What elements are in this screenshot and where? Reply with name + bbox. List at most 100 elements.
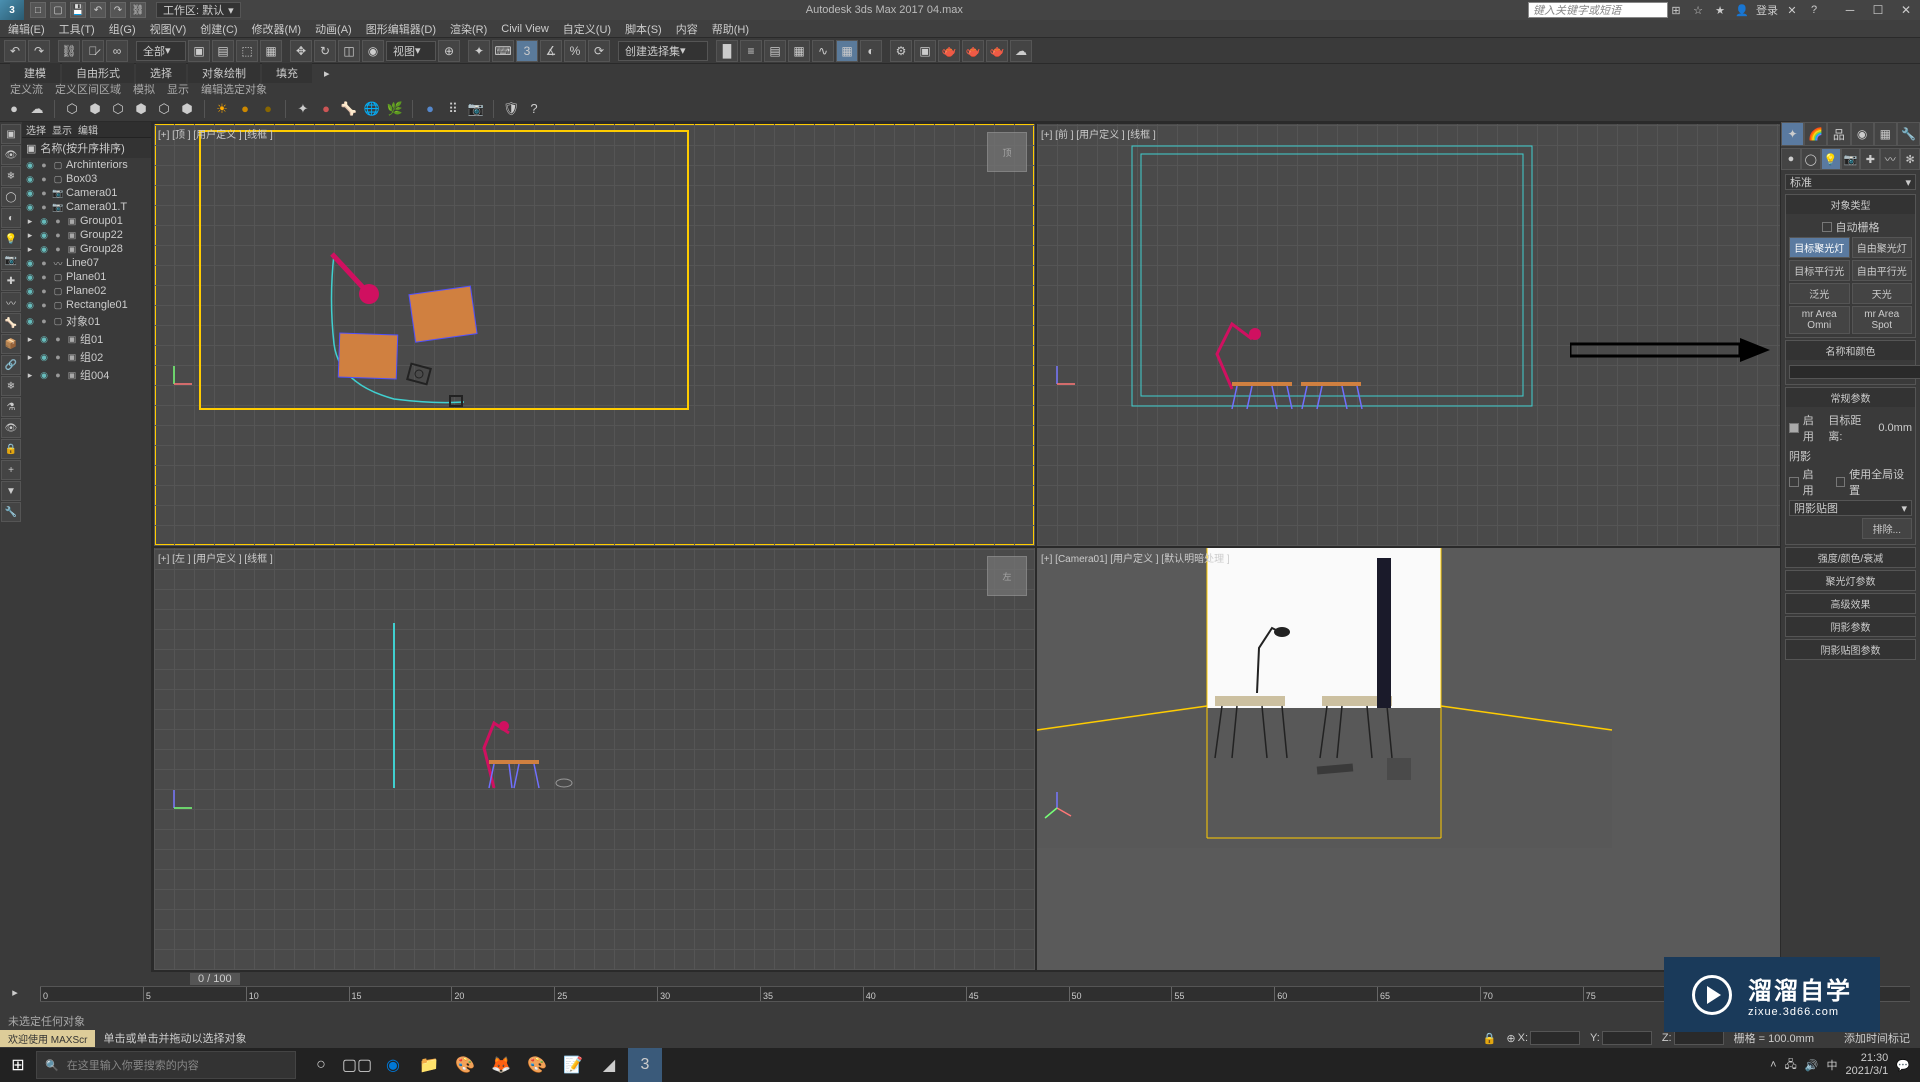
spinner-snap-button[interactable]: ⟳: [588, 40, 610, 62]
use-global-checkbox[interactable]: [1836, 477, 1846, 487]
tray-network-icon[interactable]: 🖧: [1785, 1056, 1797, 1075]
ribbon-sub-3[interactable]: 显示: [167, 81, 189, 97]
scale-button[interactable]: ◫: [338, 40, 360, 62]
z-coord-input[interactable]: [1674, 1031, 1724, 1045]
close-button[interactable]: ✕: [1892, 1, 1920, 19]
ribbon-sub-2[interactable]: 模拟: [133, 81, 155, 97]
scene-item[interactable]: ▸◉●▣组01: [22, 330, 151, 348]
lt-display-icon[interactable]: 👁: [1, 145, 21, 165]
app3-icon[interactable]: ◢: [592, 1048, 626, 1082]
cloud2-icon[interactable]: ☁: [27, 99, 47, 119]
viewport-left[interactable]: [+] [左 ] [用户定义 ] [线框 ] 左: [154, 548, 1035, 970]
env3-icon[interactable]: ⬡: [108, 99, 128, 119]
place-button[interactable]: ◉: [362, 40, 384, 62]
help2-icon[interactable]: ?: [524, 99, 544, 119]
render-setup-button[interactable]: ⚙: [890, 40, 912, 62]
ribbon-tab-objectpaint[interactable]: 对象绘制: [188, 63, 260, 83]
curve-editor-button[interactable]: ∿: [812, 40, 834, 62]
cp-shape-subtab[interactable]: ◯: [1801, 148, 1821, 170]
minimize-button[interactable]: ─: [1836, 1, 1864, 19]
menu-edit[interactable]: 编辑(E): [8, 21, 45, 37]
toggle-ribbon-button[interactable]: ▦: [788, 40, 810, 62]
globe-icon[interactable]: 🌐: [362, 99, 382, 119]
cp-camera-subtab[interactable]: 📷: [1841, 148, 1861, 170]
lt-lock-icon[interactable]: 🔒: [1, 439, 21, 459]
enable-checkbox[interactable]: [1789, 423, 1799, 433]
start-button[interactable]: ⊞: [0, 1048, 36, 1082]
ribbon-toggle-icon[interactable]: ▸: [324, 67, 330, 80]
edge-icon[interactable]: ◉: [376, 1048, 410, 1082]
menu-animation[interactable]: 动画(A): [315, 21, 352, 37]
cp-modify-tab[interactable]: 🌈: [1804, 122, 1827, 146]
unlink-button[interactable]: ⛓̷: [82, 40, 104, 62]
scene-item[interactable]: ◉●〰Line07: [22, 256, 151, 270]
menu-tools[interactable]: 工具(T): [59, 21, 95, 37]
cp-system-subtab[interactable]: ✻: [1900, 148, 1920, 170]
render-cloud-button[interactable]: ☁: [1010, 40, 1032, 62]
light-mr-omni-button[interactable]: mr Area Omni: [1789, 306, 1850, 334]
light-omni-button[interactable]: 泛光: [1789, 283, 1850, 304]
qat-open-icon[interactable]: ▢: [50, 2, 66, 18]
ribbon-tab-modeling[interactable]: 建模: [10, 63, 60, 83]
time-ruler[interactable]: 0 5 10 15 20 25 30 35 40 45 50 55 60 65 …: [40, 986, 1910, 1002]
ribbon-sub-4[interactable]: 编辑选定对象: [201, 81, 267, 97]
ribbon-tab-freeform[interactable]: 自由形式: [62, 63, 134, 83]
particle2-icon[interactable]: ●: [316, 99, 336, 119]
viewport-camera-label[interactable]: [+] [Camera01] [用户定义 ] [默认明暗处理 ]: [1041, 550, 1230, 565]
qat-redo-icon[interactable]: ↷: [110, 2, 126, 18]
material-editor-button[interactable]: ◐: [860, 40, 882, 62]
cp-general-header[interactable]: 常规参数: [1786, 388, 1915, 407]
viewport-top[interactable]: [+] [顶 ] [用户定义 ] [线框 ] 顶: [154, 124, 1035, 546]
cp-rollout-spotlight[interactable]: 聚光灯参数: [1786, 571, 1915, 590]
menu-customize[interactable]: 自定义(U): [563, 21, 611, 37]
light-skylight-button[interactable]: 天光: [1852, 283, 1913, 304]
lt-bone-icon[interactable]: 🦴: [1, 313, 21, 333]
menu-create[interactable]: 创建(C): [200, 21, 237, 37]
se-tab-edit[interactable]: 编辑: [78, 122, 98, 137]
multi-icon[interactable]: ⠿: [443, 99, 463, 119]
star-icon[interactable]: ☆: [1690, 2, 1706, 18]
qat-save-icon[interactable]: 💾: [70, 2, 86, 18]
tray-volume-icon[interactable]: 🔊: [1805, 1059, 1819, 1072]
ribbon-tab-selection[interactable]: 选择: [136, 63, 186, 83]
grass-icon[interactable]: 🌿: [385, 99, 405, 119]
favorite-icon[interactable]: ★: [1712, 2, 1728, 18]
window-crossing-button[interactable]: ▦: [260, 40, 282, 62]
cloud-icon[interactable]: ●: [4, 99, 24, 119]
schematic-view-button[interactable]: ▦: [836, 40, 858, 62]
cp-rollout-advanced[interactable]: 高级效果: [1786, 594, 1915, 613]
lt-frozen-icon[interactable]: ❄: [1, 376, 21, 396]
cortana-icon[interactable]: ○: [304, 1048, 338, 1082]
bind-button[interactable]: ∞: [106, 40, 128, 62]
ribbon-sub-0[interactable]: 定义流: [10, 81, 43, 97]
lock-icon[interactable]: 🔒: [1483, 1032, 1497, 1045]
explorer-icon[interactable]: 📁: [412, 1048, 446, 1082]
cp-geom-subtab[interactable]: ●: [1781, 148, 1801, 170]
env-icon[interactable]: ⬡: [62, 99, 82, 119]
se-tab-display[interactable]: 显示: [52, 122, 72, 137]
firefox-icon[interactable]: 🦊: [484, 1048, 518, 1082]
lt-shape-icon[interactable]: ◐: [1, 208, 21, 228]
object-name-input[interactable]: [1789, 365, 1920, 379]
scene-item[interactable]: ◉●▢Plane02: [22, 284, 151, 298]
cp-name-color-header[interactable]: 名称和颜色: [1786, 341, 1915, 360]
lt-light-icon[interactable]: 💡: [1, 229, 21, 249]
taskview-icon[interactable]: ▢▢: [340, 1048, 374, 1082]
cp-warp-subtab[interactable]: 〰: [1880, 148, 1900, 170]
selection-filter-dropdown[interactable]: 全部 ▾: [136, 41, 186, 61]
use-center-button[interactable]: ⊕: [438, 40, 460, 62]
render-frame-button[interactable]: ▣: [914, 40, 936, 62]
select-name-button[interactable]: ▤: [212, 40, 234, 62]
move-button[interactable]: ✥: [290, 40, 312, 62]
maxscript-listener[interactable]: 欢迎使用 MAXScr: [0, 1030, 95, 1047]
redo-button[interactable]: ↷: [28, 40, 50, 62]
viewport-front-label[interactable]: [+] [前 ] [用户定义 ] [线框 ]: [1041, 126, 1156, 141]
tray-up-icon[interactable]: ˄: [1770, 1059, 1776, 1071]
tray-notifications-icon[interactable]: 💬: [1896, 1059, 1910, 1072]
camera-icon[interactable]: 📷: [466, 99, 486, 119]
qat-link-icon[interactable]: ⛓: [130, 2, 146, 18]
bone-icon[interactable]: 🦴: [339, 99, 359, 119]
menu-group[interactable]: 组(G): [109, 21, 136, 37]
app2-icon[interactable]: 🎨: [520, 1048, 554, 1082]
scene-item[interactable]: ▸◉●▣Group28: [22, 242, 151, 256]
